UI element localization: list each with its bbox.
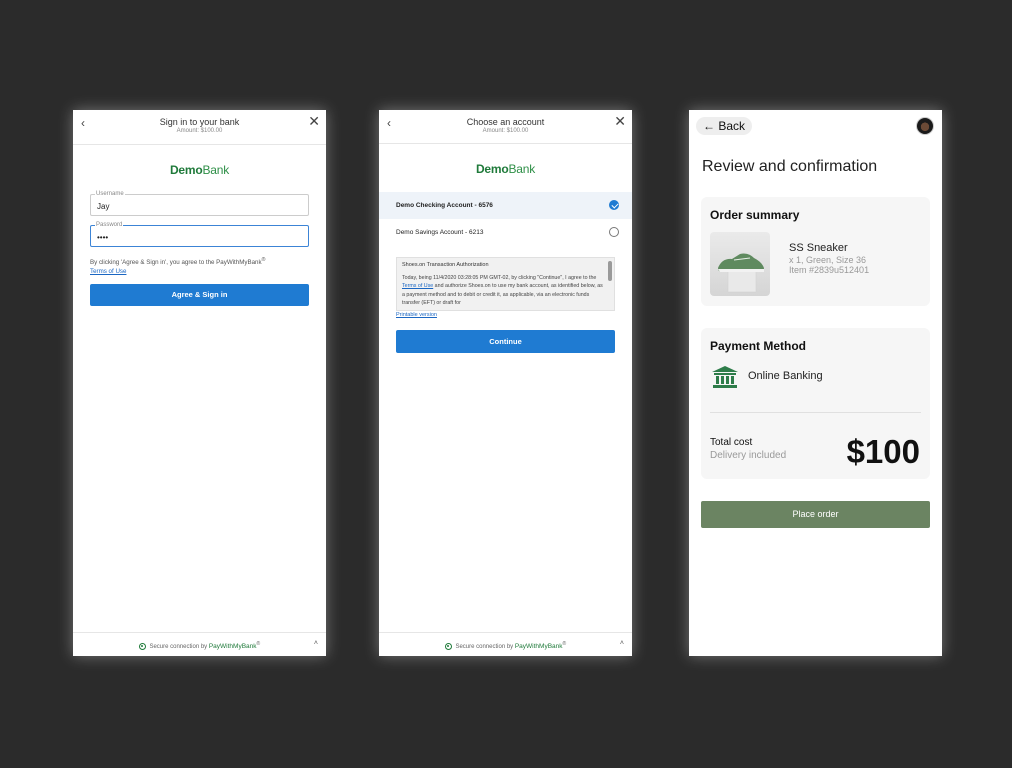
back-icon[interactable]: ‹ xyxy=(387,116,391,130)
order-summary-heading: Order summary xyxy=(710,208,800,222)
signin-amount: Amount: $100.00 xyxy=(176,128,223,134)
footer-prefix: Secure connection by xyxy=(149,644,208,650)
account-label: Demo Savings Account - 6213 xyxy=(396,229,484,236)
arrow-left-icon: ← xyxy=(703,119,715,133)
avatar[interactable] xyxy=(916,117,934,135)
account-list: Demo Checking Account - 6576 Demo Saving… xyxy=(379,192,632,246)
product-name: SS Sneaker xyxy=(789,242,848,254)
shield-icon xyxy=(444,642,452,650)
agree-signin-button[interactable]: Agree & Sign in xyxy=(90,284,309,307)
choose-amount: Amount: $100.00 xyxy=(482,128,529,134)
demobank-logo: DemoBank xyxy=(379,162,632,176)
close-icon[interactable]: ✕ xyxy=(308,113,320,130)
payment-method-heading: Payment Method xyxy=(710,339,807,353)
bank-icon xyxy=(712,366,738,388)
product-variant: x 1, Green, Size 36 xyxy=(789,255,867,265)
account-option-checking[interactable]: Demo Checking Account - 6576 xyxy=(379,192,632,219)
total-cost-label: Total cost xyxy=(710,437,753,448)
signin-title: Sign in to your bank xyxy=(159,117,240,127)
product-item-number: Item #2839u512401 xyxy=(789,265,870,275)
footer-brand: PayWithMyBank xyxy=(208,643,257,650)
page-title: Review and confirmation xyxy=(702,158,878,175)
auth-terms-link[interactable]: Terms of Use xyxy=(402,283,433,289)
review-topbar: ← Back xyxy=(689,110,942,140)
logo-bank: Bank xyxy=(202,163,230,177)
payment-method-card: Payment Method Online Banking Total cost… xyxy=(701,328,930,479)
chevron-up-icon[interactable]: ˄ xyxy=(620,633,624,655)
signin-panel: ‹ Sign in to your bank Amount: $100.00 ✕… xyxy=(73,110,326,656)
choose-header: ‹ Choose an account Amount: $100.00 ✕ xyxy=(379,110,632,144)
auth-heading: Shoes.on Transaction Authorization xyxy=(402,262,489,268)
auth-copy-2: and authorize Shoes.on to use my bank ac… xyxy=(402,283,603,307)
product-image xyxy=(710,232,770,296)
printable-version-link[interactable]: Printable version xyxy=(396,312,615,318)
radio-icon xyxy=(609,227,619,237)
username-label: Username xyxy=(95,191,125,198)
account-option-savings[interactable]: Demo Savings Account - 6213 xyxy=(379,219,632,246)
footer-prefix: Secure connection by xyxy=(455,644,514,650)
place-order-button[interactable]: Place order xyxy=(701,501,930,528)
authorization-box[interactable]: Shoes.on Transaction Authorization Today… xyxy=(396,257,615,311)
shield-icon xyxy=(138,642,146,650)
back-icon[interactable]: ‹ xyxy=(81,116,85,130)
product-meta: x 1, Green, Size 36 Item #2839u512401 xyxy=(789,255,869,275)
footer-brand: PayWithMyBank xyxy=(514,643,563,650)
continue-button[interactable]: Continue xyxy=(396,330,615,353)
terms-copy: By clicking 'Agree & Sign in', you agree… xyxy=(90,259,262,267)
total-price: $100 xyxy=(846,433,920,470)
terms-text: By clicking 'Agree & Sign in', you agree… xyxy=(90,256,309,276)
review-panel: ← Back Review and confirmation Order sum… xyxy=(689,110,942,656)
divider xyxy=(710,412,921,413)
payment-method-label: Online Banking xyxy=(748,370,823,382)
terms-link[interactable]: Terms of Use xyxy=(90,268,126,275)
username-field[interactable]: Username Jay xyxy=(90,191,309,216)
auth-text: Today, being 11/4/2020 03:28:05 PM GMT-0… xyxy=(402,274,604,308)
secure-footer: Secure connection by PayWithMyBank® ˄ xyxy=(73,632,326,656)
logo-demo: Demo xyxy=(169,163,203,177)
username-value: Jay xyxy=(97,202,110,211)
check-icon xyxy=(609,200,619,210)
password-label: Password xyxy=(95,222,124,229)
footer-reg: ® xyxy=(256,641,261,647)
chevron-up-icon[interactable]: ˄ xyxy=(314,633,318,655)
demobank-logo: DemoBank xyxy=(73,163,326,177)
choose-account-panel: ‹ Choose an account Amount: $100.00 ✕ De… xyxy=(379,110,632,656)
auth-scrollbar[interactable] xyxy=(608,261,612,281)
close-icon[interactable]: ✕ xyxy=(614,113,626,130)
secure-footer: Secure connection by PayWithMyBank® ˄ xyxy=(379,632,632,656)
back-label: Back xyxy=(718,119,746,133)
choose-title: Choose an account xyxy=(466,117,545,127)
password-value: •••• xyxy=(97,233,109,242)
logo-demo: Demo xyxy=(475,162,509,176)
terms-reg: ® xyxy=(261,257,266,263)
back-button[interactable]: ← Back xyxy=(696,117,753,135)
signin-header: ‹ Sign in to your bank Amount: $100.00 ✕ xyxy=(73,110,326,145)
account-label: Demo Checking Account - 6576 xyxy=(396,202,493,209)
footer-reg: ® xyxy=(562,641,567,647)
password-field[interactable]: Password •••• xyxy=(90,222,309,247)
logo-bank: Bank xyxy=(508,162,536,176)
order-summary-card: Order summary SS Sneaker x 1, Green, Siz… xyxy=(701,197,930,306)
delivery-label: Delivery included xyxy=(710,450,787,461)
auth-copy-1: Today, being 11/4/2020 03:28:05 PM GMT-0… xyxy=(402,275,597,281)
